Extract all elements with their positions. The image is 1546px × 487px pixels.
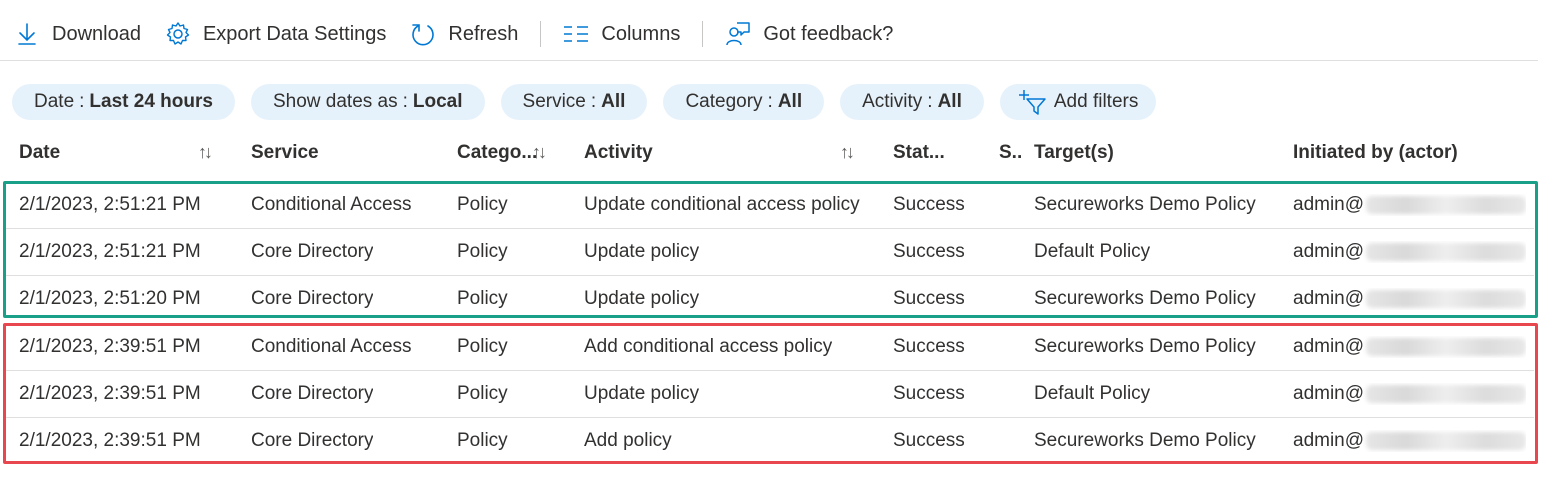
filter-value: All [777, 91, 803, 112]
column-header-category[interactable]: Catego... [457, 142, 537, 164]
feedback-icon [725, 21, 751, 47]
filter-colon: : [79, 91, 85, 112]
highlight-box-red [3, 323, 1538, 464]
activity-filter-pill[interactable]: Activity: All [840, 84, 984, 120]
sort-activity-icon[interactable]: ↑↓ [840, 142, 855, 163]
export-label: Export Data Settings [202, 22, 387, 45]
filter-label: Date [34, 91, 75, 112]
filter-colon: : [927, 91, 933, 112]
filter-colon: : [402, 91, 408, 112]
refresh-button[interactable]: Refresh [410, 14, 518, 54]
filter-value: All [937, 91, 962, 112]
column-header-date[interactable]: Date [19, 142, 60, 164]
add-filter-icon [1018, 89, 1046, 115]
column-header-s[interactable]: S.. [999, 142, 1022, 164]
highlight-box-green [3, 181, 1538, 318]
feedback-button[interactable]: Got feedback? [725, 14, 893, 54]
export-data-settings-button[interactable]: Export Data Settings [165, 14, 386, 54]
column-header-targets[interactable]: Target(s) [1034, 142, 1114, 164]
filter-label: Activity [862, 91, 923, 112]
download-icon [14, 21, 40, 47]
toolbar-divider [702, 21, 704, 47]
column-header-activity[interactable]: Activity [584, 142, 653, 164]
filter-value: All [601, 91, 626, 112]
columns-button[interactable]: Columns [563, 14, 680, 54]
show-dates-filter-pill[interactable]: Show dates as: Local [250, 84, 485, 120]
filter-value: Last 24 hours [89, 91, 213, 112]
sort-category-icon[interactable]: ↑↓ [532, 142, 547, 163]
table-header: Date ↑↓ Service Catego... ↑↓ Activity ↑↓… [0, 130, 1546, 178]
columns-icon [563, 21, 589, 47]
audit-log-page: Download Export Data Settings Refresh Co… [0, 0, 1546, 487]
filter-label: Category [685, 91, 763, 112]
sort-date-icon[interactable]: ↑↓ [198, 142, 213, 163]
filter-value: Local [412, 91, 463, 112]
column-header-status[interactable]: Stat... [893, 142, 945, 164]
column-header-initiated-by[interactable]: Initiated by (actor) [1293, 142, 1458, 164]
download-label: Download [52, 22, 141, 45]
filter-label: Service [522, 91, 586, 112]
service-filter-pill[interactable]: Service: All [500, 84, 648, 120]
add-filters-label: Add filters [1053, 91, 1139, 112]
gear-icon [165, 21, 191, 47]
filter-label: Show dates as [272, 91, 398, 112]
filter-colon: : [590, 91, 597, 112]
toolbar-divider-line [0, 60, 1538, 61]
filter-colon: : [767, 91, 773, 112]
date-filter-pill[interactable]: Date: Last 24 hours [12, 84, 235, 120]
column-header-service[interactable]: Service [251, 142, 319, 164]
columns-label: Columns [601, 22, 681, 45]
refresh-label: Refresh [448, 22, 519, 45]
add-filters-button[interactable]: Add filters [999, 84, 1157, 120]
filter-bar: Date: Last 24 hours Show dates as: Local S… [12, 84, 1172, 120]
category-filter-pill[interactable]: Category: All [663, 84, 825, 120]
feedback-label: Got feedback? [763, 22, 894, 45]
toolbar-divider [540, 21, 542, 47]
command-bar: Download Export Data Settings Refresh Co… [14, 14, 893, 54]
refresh-icon [410, 21, 436, 47]
download-button[interactable]: Download [14, 14, 141, 54]
